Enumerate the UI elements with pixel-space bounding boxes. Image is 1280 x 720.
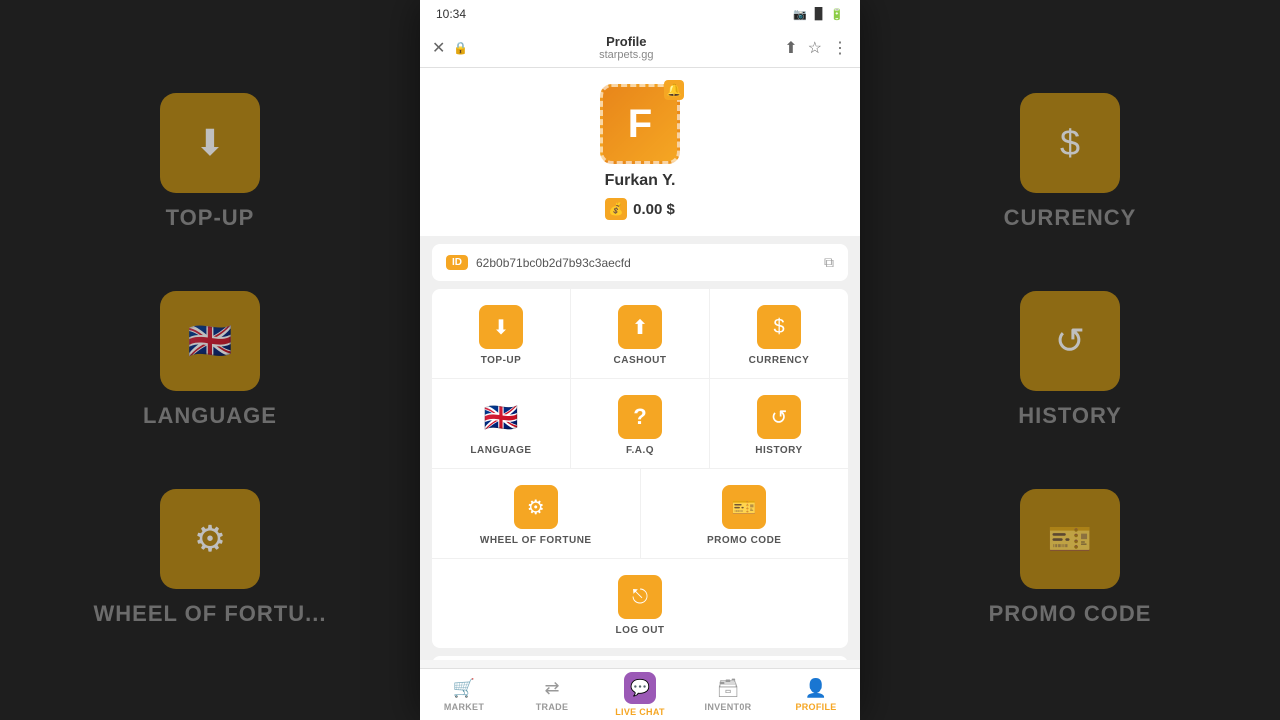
browser-close-button[interactable]: ✕	[432, 38, 445, 58]
browser-chrome: ✕ 🔒 Profile starpets.gg ⬆ ☆ ⋮	[420, 28, 860, 68]
history-label: HISTORY	[755, 445, 802, 456]
nav-profile[interactable]: 👤 PROFILE	[772, 669, 860, 720]
livechat-label: LIVE CHAT	[615, 707, 665, 717]
bg-item-history: ↺ HISTORY	[1018, 291, 1122, 429]
history-icon: ↺	[757, 395, 801, 439]
browser-share-icon[interactable]: ⬆	[784, 38, 797, 58]
status-icons: 📷 ▐▌ 🔋	[793, 8, 844, 21]
wheel-label: WHEEL OF FORTUNE	[480, 535, 592, 546]
menu-grid: ⬇ TOP-UP ⬆ CASHOUT $ CURRENCY 🇬🇧 LANGUAG…	[432, 289, 848, 648]
nav-trade[interactable]: ⇄ TRADE	[508, 669, 596, 720]
promo-icon: 🎫	[722, 485, 766, 529]
cashout-label: CASHOUT	[614, 355, 667, 366]
bg-wheel-label: WHEEL OF FORTU...	[94, 601, 327, 627]
user-header: F 🔔 Furkan Y. 💰 0.00 $	[420, 68, 860, 236]
promo-overlay: That code gives you free x1 Wheel Roll	[432, 656, 848, 660]
menu-item-language[interactable]: 🇬🇧 LANGUAGE	[432, 379, 571, 468]
camera-icon: 📷	[793, 8, 807, 21]
market-label: MARKET	[444, 702, 484, 712]
logout-label: LOG OUT	[615, 625, 664, 636]
bg-item-topup: ⬇ TOP-UP	[160, 93, 260, 231]
market-icon: 🛒	[453, 678, 475, 699]
wallet-icon: 💰	[605, 198, 627, 220]
language-icon: 🇬🇧	[479, 395, 523, 439]
bg-history-label: HISTORY	[1018, 403, 1122, 429]
topup-label: TOP-UP	[481, 355, 522, 366]
bg-item-language: 🇬🇧 LANGUAGE	[143, 291, 277, 429]
profile-icon: 👤	[805, 678, 827, 699]
notification-badge: 🔔	[664, 80, 684, 100]
browser-more-icon[interactable]: ⋮	[832, 38, 848, 58]
bg-language-icon: 🇬🇧	[160, 291, 260, 391]
inventor-icon: 🗃	[717, 678, 740, 699]
nav-livechat[interactable]: 💬 LIVE CHAT	[596, 669, 684, 720]
menu-item-logout[interactable]: ⎋ LOG OUT	[536, 559, 744, 648]
profile-content: F 🔔 Furkan Y. 💰 0.00 $ ID 62b0b71bc0b2d7…	[420, 68, 860, 660]
promo-label: PROMO CODE	[707, 535, 781, 546]
username: Furkan Y.	[605, 172, 676, 190]
browser-bookmark-icon[interactable]: ☆	[808, 38, 822, 58]
bg-wheel-icon: ⚙	[160, 489, 260, 589]
menu-item-topup[interactable]: ⬇ TOP-UP	[432, 289, 571, 378]
bg-topup-icon: ⬇	[160, 93, 260, 193]
bg-topup-label: TOP-UP	[166, 205, 255, 231]
user-id: 62b0b71bc0b2d7b93c3aecfd	[476, 256, 816, 270]
bg-item-wheel: ⚙ WHEEL OF FORTU...	[94, 489, 327, 627]
currency-label: CURRENCY	[749, 355, 810, 366]
inventor-label: INVENT0R	[705, 702, 752, 712]
status-bar: 10:34 📷 ▐▌ 🔋	[420, 0, 860, 28]
bottom-nav: 🛒 MARKET ⇄ TRADE 💬 LIVE CHAT 🗃 INVENT0R …	[420, 668, 860, 720]
battery-icon: 🔋	[830, 8, 844, 21]
balance-value: 0.00 $	[633, 201, 675, 218]
menu-row-2: 🇬🇧 LANGUAGE ? F.A.Q ↺ HISTORY	[432, 379, 848, 469]
menu-row-1: ⬇ TOP-UP ⬆ CASHOUT $ CURRENCY	[432, 289, 848, 379]
bg-history-icon: ↺	[1020, 291, 1120, 391]
bg-promo-icon: 🎫	[1020, 489, 1120, 589]
trade-label: TRADE	[536, 702, 569, 712]
nav-inventor[interactable]: 🗃 INVENT0R	[684, 669, 772, 720]
faq-label: F.A.Q	[626, 445, 654, 456]
bg-currency-icon: $	[1020, 93, 1120, 193]
livechat-icon: 💬	[624, 672, 656, 704]
bg-currency-label: CURRENCY	[1004, 205, 1137, 231]
menu-row-4: ⎋ LOG OUT	[432, 559, 848, 648]
menu-item-wheel[interactable]: ⚙ WHEEL OF FORTUNE	[432, 469, 641, 558]
logout-icon: ⎋	[618, 575, 662, 619]
wheel-icon: ⚙	[514, 485, 558, 529]
id-row: ID 62b0b71bc0b2d7b93c3aecfd ⧉	[432, 244, 848, 281]
phone-frame: 10:34 📷 ▐▌ 🔋 ✕ 🔒 Profile starpets.gg ⬆ ☆…	[420, 0, 860, 720]
menu-item-cashout[interactable]: ⬆ CASHOUT	[571, 289, 710, 378]
menu-row-3: ⚙ WHEEL OF FORTUNE 🎫 PROMO CODE	[432, 469, 848, 559]
nav-market[interactable]: 🛒 MARKET	[420, 669, 508, 720]
bg-item-promo: 🎫 PROMO CODE	[989, 489, 1152, 627]
menu-item-history[interactable]: ↺ HISTORY	[710, 379, 848, 468]
menu-item-promo[interactable]: 🎫 PROMO CODE	[641, 469, 849, 558]
browser-domain: starpets.gg	[476, 49, 776, 61]
avatar-container: F 🔔	[600, 84, 680, 164]
avatar-letter: F	[628, 102, 652, 147]
id-badge: ID	[446, 255, 468, 270]
bg-item-currency: $ CURRENCY	[1004, 93, 1137, 231]
browser-page-title: Profile	[476, 34, 776, 49]
menu-item-currency[interactable]: $ CURRENCY	[710, 289, 848, 378]
browser-lock-icon: 🔒	[453, 41, 468, 55]
signal-icon: ▐▌	[811, 8, 827, 21]
copy-icon[interactable]: ⧉	[824, 254, 834, 271]
language-label: LANGUAGE	[470, 445, 531, 456]
bg-promo-label: PROMO CODE	[989, 601, 1152, 627]
bg-language-label: LANGUAGE	[143, 403, 277, 429]
faq-icon: ?	[618, 395, 662, 439]
bg-right-panel: $ CURRENCY ↺ HISTORY 🎫 PROMO CODE	[860, 0, 1280, 720]
browser-actions: ⬆ ☆ ⋮	[784, 38, 848, 58]
bg-left-panel: ⬇ TOP-UP 🇬🇧 LANGUAGE ⚙ WHEEL OF FORTU...	[0, 0, 420, 720]
profile-label: PROFILE	[795, 702, 836, 712]
browser-url-bar[interactable]: Profile starpets.gg	[476, 34, 776, 61]
balance-row: 💰 0.00 $	[605, 198, 675, 220]
status-time: 10:34	[436, 7, 466, 21]
cashout-icon: ⬆	[618, 305, 662, 349]
currency-icon: $	[757, 305, 801, 349]
topup-icon: ⬇	[479, 305, 523, 349]
menu-item-faq[interactable]: ? F.A.Q	[571, 379, 710, 468]
trade-icon: ⇄	[544, 678, 559, 699]
